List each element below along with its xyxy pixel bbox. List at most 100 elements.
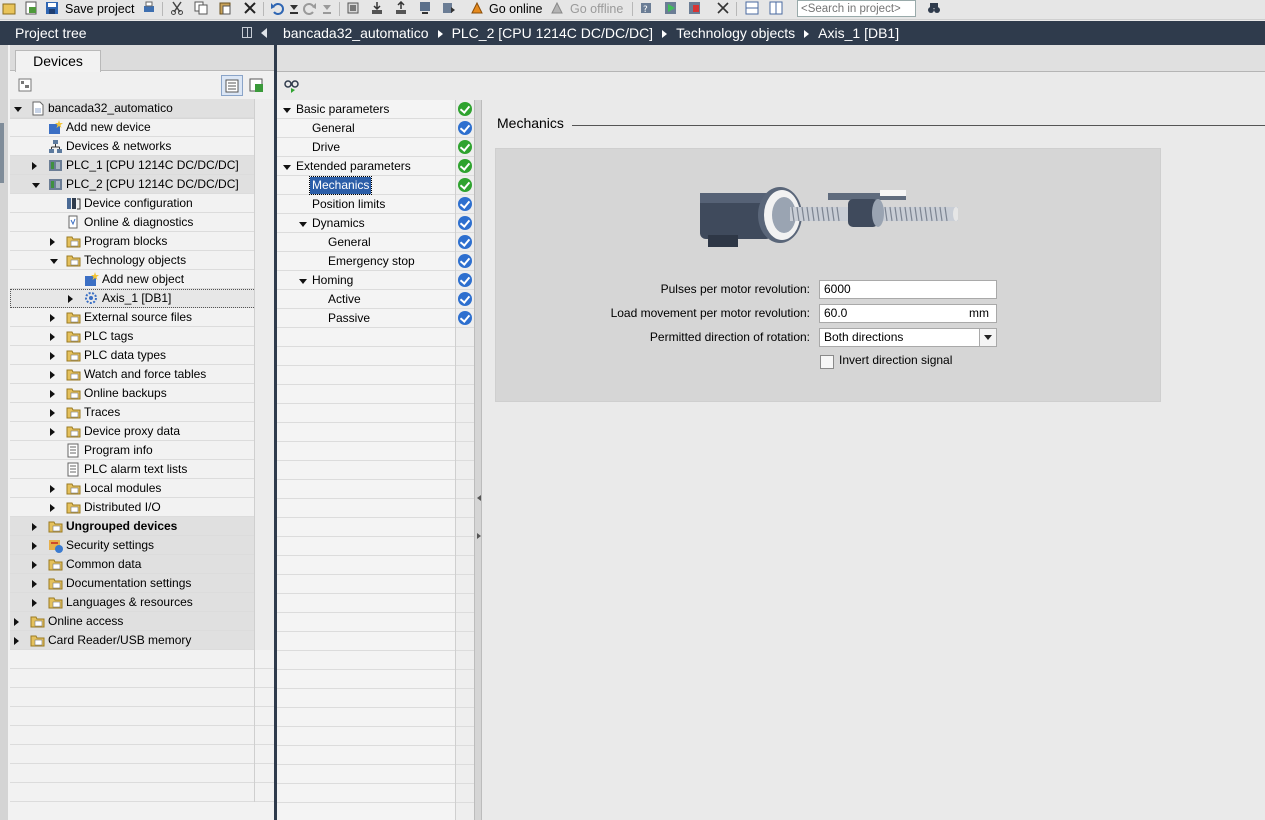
pin-icon[interactable]	[242, 27, 252, 38]
new-project-icon[interactable]	[24, 1, 38, 15]
expand-arrow-icon[interactable]	[50, 504, 55, 512]
tree-item[interactable]: Security settings	[10, 536, 274, 555]
collapse-arrow-icon[interactable]	[50, 259, 58, 264]
expand-arrow-icon[interactable]	[14, 637, 19, 645]
tree-item[interactable]: Languages & resources	[10, 593, 274, 612]
upload-from-device-icon[interactable]	[394, 0, 408, 15]
collapse-arrow-icon[interactable]	[32, 183, 40, 188]
tree-item[interactable]: Documentation settings	[10, 574, 274, 593]
expand-arrow-icon[interactable]	[50, 390, 55, 398]
direction-select[interactable]: Both directions	[819, 328, 980, 347]
tree-item[interactable]: bancada32_automatico	[10, 99, 274, 118]
close-window-icon[interactable]	[716, 1, 730, 15]
paste-icon[interactable]	[218, 1, 232, 15]
tree-item[interactable]: Ungrouped devices	[10, 517, 274, 536]
collapse-left-icon[interactable]	[261, 28, 267, 38]
config-tree-item[interactable]: Extended parameters	[277, 157, 455, 176]
tree-item[interactable]: PLC_2 [CPU 1214C DC/DC/DC]	[10, 175, 274, 194]
config-tree-item[interactable]: Position limits	[277, 195, 455, 214]
tree-item[interactable]: PLC data types	[10, 346, 274, 365]
tree-item[interactable]: Watch and force tables	[10, 365, 274, 384]
redo-list-icon[interactable]	[320, 1, 334, 15]
split-horizontal-icon[interactable]	[745, 1, 759, 15]
expand-arrow-icon[interactable]	[14, 618, 19, 626]
save-project-icon[interactable]	[45, 1, 59, 15]
expand-arrow-icon[interactable]	[68, 295, 73, 303]
collapse-arrow-icon[interactable]	[283, 108, 291, 113]
go-online-button[interactable]: Go online	[489, 0, 543, 18]
download-to-device-icon[interactable]	[370, 1, 384, 15]
breadcrumb-plc[interactable]: PLC_2 [CPU 1214C DC/DC/DC]	[452, 21, 654, 45]
collapse-arrow-icon[interactable]	[283, 165, 291, 170]
copy-icon[interactable]	[194, 1, 208, 15]
tree-item[interactable]: Online & diagnostics	[10, 213, 274, 232]
tree-view-icon[interactable]	[18, 78, 34, 94]
expand-arrow-icon[interactable]	[32, 599, 37, 607]
config-tree-item[interactable]: Basic parameters	[277, 100, 455, 119]
config-splitter[interactable]	[474, 100, 482, 820]
print-icon[interactable]	[142, 1, 156, 15]
search-project-input[interactable]	[797, 0, 916, 17]
config-tree-item[interactable]: Passive	[277, 309, 455, 328]
redo-icon[interactable]	[303, 1, 317, 15]
stop-cpu-icon[interactable]	[688, 1, 702, 15]
invert-direction-checkbox[interactable]	[820, 355, 834, 369]
expand-arrow-icon[interactable]	[50, 314, 55, 322]
tree-item[interactable]: Distributed I/O	[10, 498, 274, 517]
expand-arrow-icon[interactable]	[50, 409, 55, 417]
pulses-input[interactable]: 6000	[819, 280, 997, 299]
config-tree-item[interactable]: Homing	[277, 271, 455, 290]
tree-item[interactable]: Device proxy data	[10, 422, 274, 441]
config-tree-item[interactable]: Drive	[277, 138, 455, 157]
tree-item[interactable]: PLC alarm text lists	[10, 460, 274, 479]
config-tree-item[interactable]: Active	[277, 290, 455, 309]
overview-icon[interactable]	[249, 78, 265, 94]
expand-arrow-icon[interactable]	[32, 561, 37, 569]
go-offline-button[interactable]: Go offline	[570, 0, 623, 18]
tree-item[interactable]: Traces	[10, 403, 274, 422]
expand-arrow-icon[interactable]	[50, 371, 55, 379]
expand-arrow-icon[interactable]	[32, 523, 37, 531]
breadcrumb-project[interactable]: bancada32_automatico	[283, 21, 429, 45]
breadcrumb-technology-objects[interactable]: Technology objects	[676, 21, 795, 45]
config-tree-item[interactable]: General	[277, 119, 455, 138]
undo-list-icon[interactable]	[287, 1, 301, 15]
tree-item[interactable]: Add new object	[10, 270, 274, 289]
tree-item[interactable]: Add new device	[10, 118, 274, 137]
collapse-arrow-icon[interactable]	[299, 279, 307, 284]
run-cpu-icon[interactable]	[664, 1, 678, 15]
tree-item[interactable]: Devices & networks	[10, 137, 274, 156]
tree-item[interactable]: Online access	[10, 612, 274, 631]
expand-arrow-icon[interactable]	[32, 580, 37, 588]
undo-icon[interactable]	[270, 1, 284, 15]
tree-item[interactable]: Common data	[10, 555, 274, 574]
tree-item[interactable]: Technology objects	[10, 251, 274, 270]
go-offline-icon[interactable]	[550, 1, 564, 15]
config-tree-item[interactable]: Mechanics	[277, 176, 455, 195]
split-vertical-icon[interactable]	[769, 1, 783, 15]
expand-arrow-icon[interactable]	[32, 542, 37, 550]
save-project-button[interactable]: Save project	[65, 0, 134, 18]
cut-icon[interactable]	[170, 1, 184, 15]
search-binoculars-icon[interactable]	[927, 1, 941, 15]
breadcrumb-axis[interactable]: Axis_1 [DB1]	[818, 21, 899, 45]
collapse-arrow-icon[interactable]	[299, 222, 307, 227]
tree-item[interactable]: Program blocks	[10, 232, 274, 251]
detail-view-button[interactable]	[221, 75, 243, 96]
tree-item[interactable]: Local modules	[10, 479, 274, 498]
tree-item[interactable]: Program info	[10, 441, 274, 460]
delete-icon[interactable]	[243, 1, 257, 15]
config-tree-item[interactable]: General	[277, 233, 455, 252]
tree-item[interactable]: Card Reader/USB memory	[10, 631, 274, 650]
simulation-icon[interactable]	[418, 1, 432, 15]
tree-item[interactable]: Axis_1 [DB1]	[10, 289, 274, 308]
accessible-devices-icon[interactable]	[442, 1, 456, 15]
compile-icon[interactable]	[346, 1, 360, 15]
tab-devices[interactable]: Devices	[15, 50, 101, 72]
expand-arrow-icon[interactable]	[50, 238, 55, 246]
tree-item[interactable]: External source files	[10, 308, 274, 327]
config-tree-item[interactable]: Dynamics	[277, 214, 455, 233]
go-online-icon[interactable]	[470, 1, 484, 15]
expand-arrow-icon[interactable]	[50, 333, 55, 341]
start-cpu-icon[interactable]: ?	[640, 1, 654, 15]
